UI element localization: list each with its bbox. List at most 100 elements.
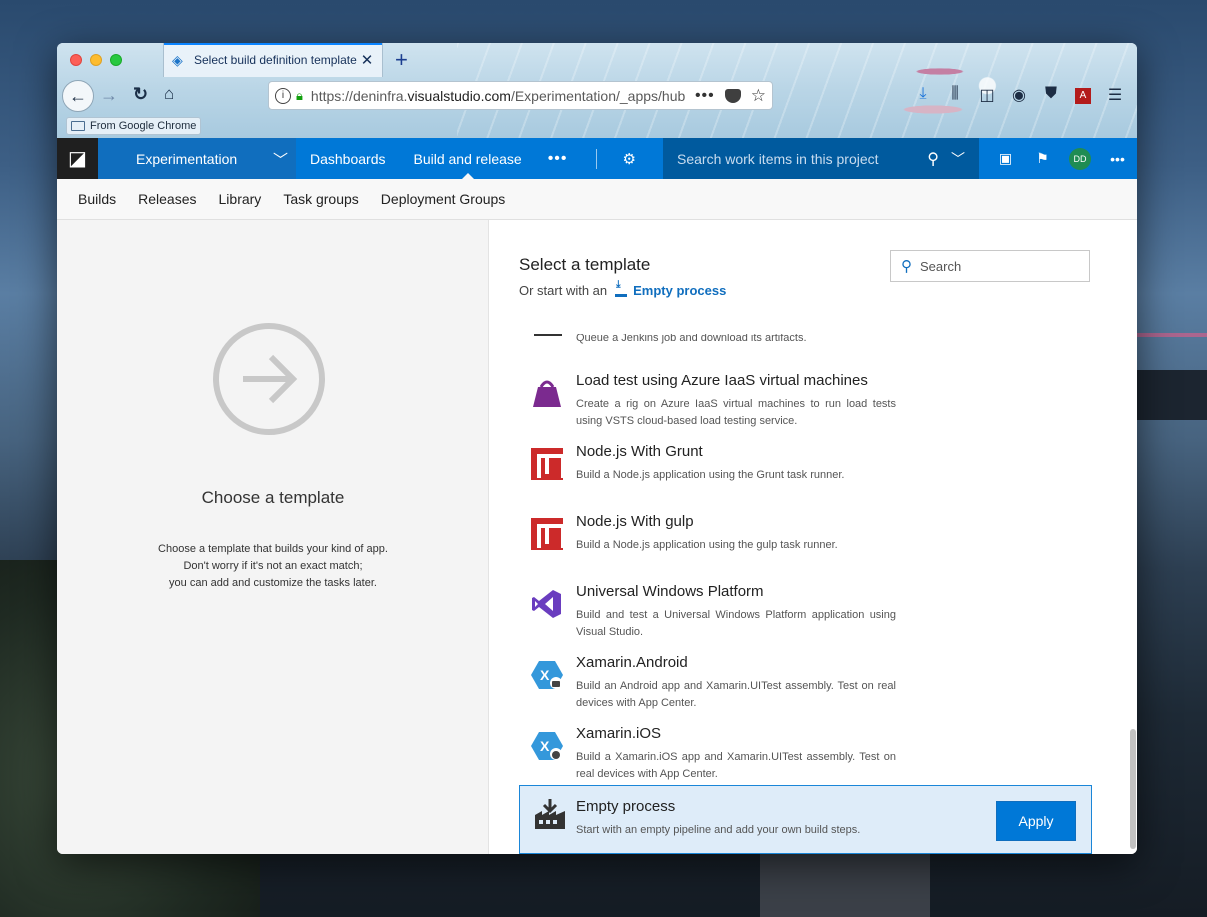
template-item-load-test[interactable]: Load test using Azure IaaS virtual machi… <box>519 372 1090 438</box>
select-template-panel: Select a template Or start with an Empty… <box>489 220 1137 854</box>
project-name: Experimentation <box>136 150 238 167</box>
template-item-xamarin-ios[interactable]: X Xamarin.iOS Build a Xamarin.iOS app an… <box>519 725 1090 785</box>
subnav-builds[interactable]: Builds <box>67 191 127 207</box>
build-release-subnav: Builds Releases Library Task groups Depl… <box>57 179 1137 220</box>
site-info-icon[interactable]: i <box>275 87 291 104</box>
subnav-releases[interactable]: Releases <box>127 191 207 207</box>
tab-accent-bar <box>164 43 382 45</box>
apply-button[interactable]: Apply <box>996 801 1076 841</box>
or-start-text: Or start with an <box>519 283 608 298</box>
template-name: Universal Windows Platform <box>576 583 764 600</box>
visual-studio-icon <box>532 590 561 618</box>
maximize-window-button[interactable] <box>110 54 122 66</box>
jenkins-icon <box>534 334 562 336</box>
downloads-icon[interactable]: ⤓ <box>907 85 939 105</box>
nav-divider <box>595 148 597 169</box>
vsts-top-nav: ◪ Experimentation ﹀ Dashboards Build and… <box>57 138 1137 179</box>
template-name: Node.js With gulp <box>576 513 694 530</box>
close-window-button[interactable] <box>70 54 82 66</box>
forward-arrow-icon: → <box>100 85 118 105</box>
back-button[interactable]: ← <box>62 80 94 112</box>
choose-template-panel: Choose a template Choose a template that… <box>57 220 489 854</box>
choose-template-title: Choose a template <box>201 488 345 507</box>
search-options-chevron-icon[interactable]: ﹀ <box>951 149 965 169</box>
scrollbar-thumb[interactable] <box>1130 729 1136 849</box>
xamarin-android-icon: X <box>531 661 563 689</box>
svg-text:X: X <box>540 667 550 683</box>
browser-tab-active[interactable]: ◈ Select build definition template ✕ <box>163 43 383 77</box>
template-desc: Build a Node.js application using the Gr… <box>576 469 845 481</box>
template-search-box[interactable]: ⚲ Search <box>890 250 1090 282</box>
template-desc: Build a Xamarin.iOS app and Xamarin.UITe… <box>576 751 896 780</box>
nav-build-and-release[interactable]: Build and release <box>400 138 536 179</box>
template-desc: Build and test a Universal Windows Platf… <box>576 609 896 638</box>
template-name: Load test using Azure IaaS virtual machi… <box>576 372 868 389</box>
page-actions-more-icon[interactable]: ••• <box>695 87 715 105</box>
template-item-nodejs-gulp[interactable]: Node.js With gulp Build a Node.js applic… <box>519 513 1090 573</box>
library-icon[interactable]: ⫼ <box>939 85 971 105</box>
password-manager-icon[interactable]: ◉ <box>1003 85 1035 105</box>
overflow-more-icon[interactable]: ••• <box>1099 151 1136 167</box>
vsts-logo-icon[interactable]: ◪ <box>57 138 98 179</box>
marketplace-bag-icon[interactable]: ▣ <box>987 150 1024 167</box>
template-list-scrollbar[interactable] <box>1127 334 1137 854</box>
template-name: Xamarin.iOS <box>576 725 662 742</box>
nav-dashboards[interactable]: Dashboards <box>296 138 400 179</box>
template-desc: Queue a Jenkins job and download its art… <box>576 334 807 344</box>
work-item-search-placeholder: Search work items in this project <box>677 150 879 167</box>
empty-process-icon <box>615 279 628 297</box>
browser-window: ◈ Select build definition template ✕ + ←… <box>57 43 1137 854</box>
tab-close-icon[interactable]: ✕ <box>360 51 374 69</box>
reload-button[interactable]: ↻ <box>133 84 148 105</box>
search-icon[interactable]: ⚲ <box>927 149 939 169</box>
bookmark-label: From Google Chrome <box>90 120 197 132</box>
url-bar[interactable]: i 🔒︎ https://deninfra.visualstudio.com/E… <box>268 81 773 110</box>
reload-icon: ↻ <box>133 84 149 104</box>
weight-bag-icon <box>533 380 561 407</box>
project-selector[interactable]: Experimentation ﹀ <box>98 138 296 179</box>
bookmark-folder-google-chrome[interactable]: From Google Chrome <box>66 117 202 135</box>
folder-icon <box>71 121 85 131</box>
acrobat-icon[interactable]: A <box>1067 85 1099 105</box>
template-search-placeholder: Search <box>920 258 962 274</box>
menu-hamburger-icon[interactable]: ☰ <box>1099 85 1131 105</box>
template-name: Xamarin.Android <box>576 654 688 671</box>
feedback-icon[interactable]: ⚑ <box>1024 150 1061 167</box>
template-list: Queue a Jenkins job and download its art… <box>489 334 1137 854</box>
pocket-icon[interactable] <box>724 88 741 103</box>
xamarin-ios-icon: X <box>531 732 563 760</box>
chevron-down-icon: ﹀ <box>272 152 288 169</box>
forward-button[interactable]: → <box>100 85 118 106</box>
npm-red-icon <box>531 518 565 550</box>
nav-more-icon[interactable]: ••• <box>536 150 580 168</box>
minimize-window-button[interactable] <box>90 54 102 66</box>
template-item-jenkins[interactable]: Queue a Jenkins job and download its art… <box>519 334 1090 348</box>
select-template-title: Select a template <box>519 255 651 274</box>
top-right-actions: ▣ ⚑ DD ••• <box>987 138 1136 179</box>
template-item-uwp[interactable]: Universal Windows Platform Build and tes… <box>519 583 1090 649</box>
home-icon: ⌂ <box>164 84 175 103</box>
ublock-icon[interactable]: ⛊ <box>1035 85 1067 105</box>
template-item-xamarin-android[interactable]: X Xamarin.Android Build an Android app a… <box>519 654 1090 720</box>
url-text[interactable]: https://deninfra.visualstudio.com/Experi… <box>311 88 689 104</box>
subnav-deployment-groups[interactable]: Deployment Groups <box>370 191 517 207</box>
bookmark-star-icon[interactable]: ☆ <box>751 86 766 106</box>
user-avatar[interactable]: DD <box>1069 147 1091 170</box>
new-tab-button[interactable]: + <box>395 47 408 73</box>
template-desc: Build a Node.js application using the gu… <box>576 539 838 551</box>
template-item-nodejs-grunt[interactable]: Node.js With Grunt Build a Node.js appli… <box>519 443 1090 503</box>
toolbar-icons: ⤓ ⫼ ◫ ◉ ⛊ A ☰ <box>907 85 1131 105</box>
empty-process-factory-icon <box>535 799 565 829</box>
work-item-search[interactable]: Search work items in this project ⚲ ﹀ <box>663 138 979 179</box>
sidebar-icon[interactable]: ◫ <box>971 85 1003 105</box>
subnav-task-groups[interactable]: Task groups <box>272 191 369 207</box>
home-button[interactable]: ⌂ <box>164 84 174 104</box>
lock-icon[interactable]: 🔒︎ <box>296 88 303 104</box>
template-item-empty-process-selected[interactable]: Empty process Start with an empty pipeli… <box>519 785 1092 854</box>
subnav-library[interactable]: Library <box>208 191 273 207</box>
settings-gear-icon[interactable]: ⚙ <box>613 150 646 168</box>
template-desc: Build an Android app and Xamarin.UITest … <box>576 680 896 709</box>
empty-process-link[interactable]: Empty process <box>615 279 726 298</box>
arrow-right-circle-icon <box>213 323 325 435</box>
start-with-empty-row: Or start with an Empty process <box>519 279 726 299</box>
